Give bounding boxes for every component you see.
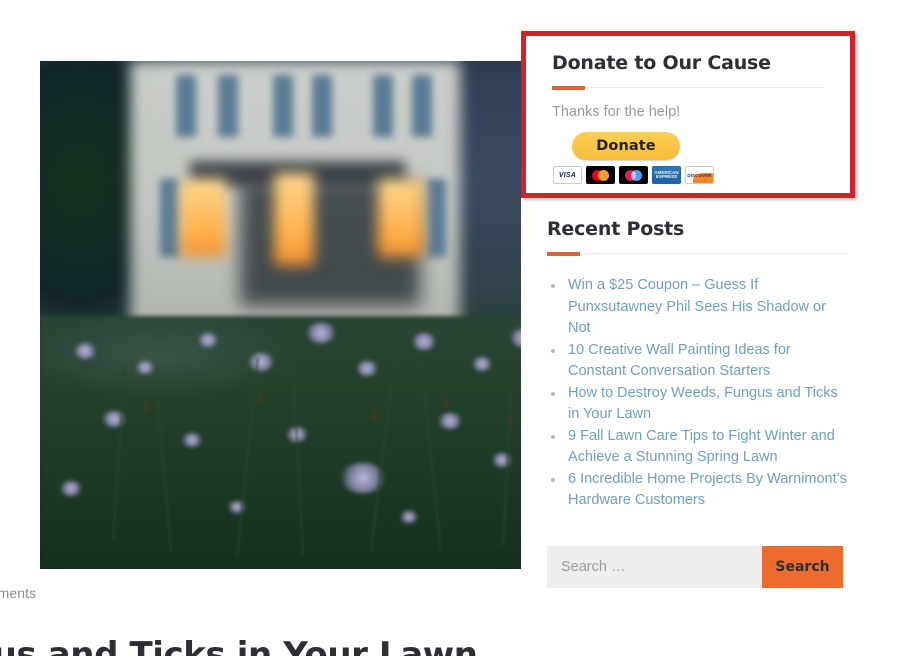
wildflower xyxy=(60,481,82,496)
recent-posts-divider xyxy=(547,252,847,256)
page-root: omments Fungus and Ticks in Your Lawn Do… xyxy=(0,0,900,656)
recent-post-link[interactable]: Win a $25 Coupon – Guess If Punxsutawney… xyxy=(568,277,826,336)
wildflower xyxy=(198,333,218,347)
recent-posts-list: Win a $25 Coupon – Guess If Punxsutawney… xyxy=(547,275,847,512)
recent-post-link[interactable]: 6 Incredible Home Projects By Warnimont’… xyxy=(568,471,847,509)
wildflower xyxy=(74,343,96,359)
window-shutter xyxy=(160,179,180,257)
recent-post-link[interactable]: How to Destroy Weeds, Fungus and Ticks i… xyxy=(568,385,838,423)
seed-head xyxy=(372,409,377,422)
article-column: omments Fungus and Ticks in Your Lawn xyxy=(0,0,552,656)
list-item[interactable]: How to Destroy Weeds, Fungus and Ticks i… xyxy=(547,383,847,426)
wildflower xyxy=(356,361,378,376)
window-shutter xyxy=(176,75,196,137)
wildflower xyxy=(248,353,274,371)
search-input[interactable] xyxy=(547,546,762,588)
list-item[interactable]: 6 Incredible Home Projects By Warnimont’… xyxy=(547,469,847,512)
wildflower xyxy=(306,323,336,343)
window-shutter xyxy=(426,179,446,257)
recent-post-link[interactable]: 9 Fall Lawn Care Tips to Fight Winter an… xyxy=(568,428,835,466)
seed-head xyxy=(444,397,449,410)
wildflower xyxy=(438,413,462,429)
wildflower xyxy=(472,357,492,371)
post-title: Fungus and Ticks in Your Lawn xyxy=(0,634,478,656)
wildflower xyxy=(136,361,154,374)
seed-head xyxy=(258,391,263,404)
lit-window xyxy=(378,179,424,257)
wildflower xyxy=(492,453,512,467)
maestro-card-icon xyxy=(619,166,648,184)
donate-widget-title: Donate to Our Cause xyxy=(552,52,771,74)
sidebar: Donate to Our Cause Thanks for the help!… xyxy=(521,0,900,656)
list-item[interactable]: Win a $25 Coupon – Guess If Punxsutawney… xyxy=(547,275,847,340)
window-shutter xyxy=(273,75,293,137)
mastercard-card-icon xyxy=(586,166,615,184)
post-meta-comments: omments xyxy=(0,585,37,601)
accepted-cards-row: VISA AMERICAN EXPRESS DISCOVER xyxy=(553,166,824,184)
donate-widget: Donate to Our Cause Thanks for the help!… xyxy=(521,31,855,198)
list-item[interactable]: 10 Creative Wall Painting Ideas for Cons… xyxy=(547,340,847,383)
window-shutter xyxy=(412,75,432,137)
list-item[interactable]: 9 Fall Lawn Care Tips to Fight Winter an… xyxy=(547,426,847,469)
window-shutter xyxy=(218,75,238,137)
donate-title-divider xyxy=(552,86,824,90)
window-shutter xyxy=(312,75,332,137)
visa-card-icon: VISA xyxy=(553,166,582,184)
donate-body-text: Thanks for the help! xyxy=(552,104,681,120)
lit-window xyxy=(180,179,226,257)
lit-doorway xyxy=(274,173,314,265)
wildflower xyxy=(182,433,202,447)
wildflower xyxy=(400,511,418,523)
recent-posts-title: Recent Posts xyxy=(547,218,685,240)
seed-head xyxy=(508,417,513,430)
recent-post-link[interactable]: 10 Creative Wall Painting Ideas for Cons… xyxy=(568,342,791,380)
wildflower xyxy=(412,333,436,350)
donate-button[interactable]: Donate xyxy=(572,132,680,160)
discover-card-icon: DISCOVER xyxy=(685,166,714,184)
recent-posts-widget: Recent Posts Win a $25 Coupon – Guess If… xyxy=(547,218,847,512)
search-widget: Search xyxy=(547,546,843,588)
window-shutter xyxy=(373,75,393,137)
article-hero-image xyxy=(40,61,552,569)
seed-head xyxy=(144,401,149,414)
search-button[interactable]: Search xyxy=(762,546,843,588)
amex-card-icon: AMERICAN EXPRESS xyxy=(652,166,681,184)
